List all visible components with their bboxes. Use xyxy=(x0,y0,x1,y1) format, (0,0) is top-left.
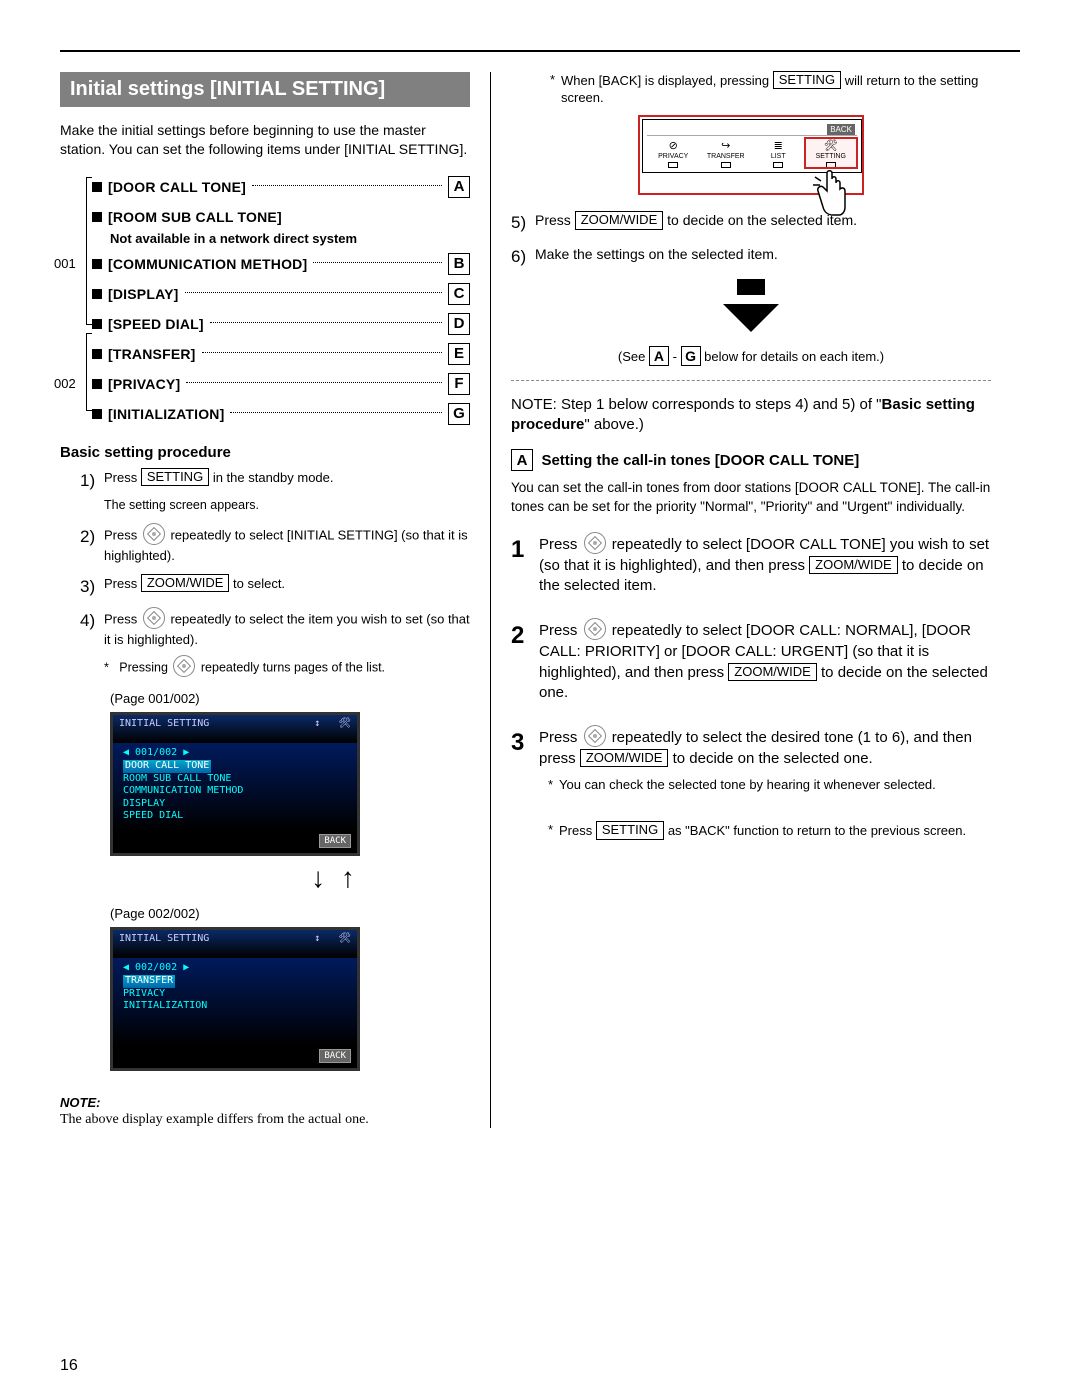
r1-a: Press xyxy=(539,536,582,553)
panel-back: BACK xyxy=(827,124,855,135)
see-a: (See xyxy=(618,349,649,364)
r3-star: You can check the selected tone by heari… xyxy=(559,777,936,792)
section-a-heading: Setting the call-in tones [DOOR CALL TON… xyxy=(541,452,859,469)
step-3-b: to select. xyxy=(233,576,285,591)
letter-b: B xyxy=(448,253,470,275)
section-a-letter: A xyxy=(511,449,533,471)
step-4-star-a: Pressing xyxy=(119,660,171,674)
step-2-num: 2) xyxy=(80,525,104,565)
setting-key: SETTING xyxy=(141,468,209,486)
asterisk: * xyxy=(541,72,555,105)
see-b: - xyxy=(673,349,681,364)
lcd-screen-2: INITIAL SETTING ↕ 🛠 ◀ 002/002 ▶ TRANSFER… xyxy=(110,927,360,1071)
setting-transfer: [TRANSFER] xyxy=(108,346,196,362)
list-icon: ≣ xyxy=(752,138,805,152)
zoomwide-key: ZOOM/WIDE xyxy=(809,556,898,574)
letter-e: E xyxy=(448,343,470,365)
step-3-num: 3) xyxy=(80,575,104,599)
setting-initialization: [INITIALIZATION] xyxy=(108,406,224,422)
transfer-icon: ↪ xyxy=(700,138,753,152)
see-letter-a: A xyxy=(649,346,669,366)
section-header: Initial settings [INITIAL SETTING] xyxy=(60,72,470,107)
button-panel: BACK ⊘ PRIVACY ↪ TRANSFER xyxy=(642,119,862,173)
setting-key: SETTING xyxy=(596,821,664,839)
r2-a: Press xyxy=(539,622,582,639)
arrows-updown: ↓ ↑ xyxy=(200,862,470,894)
setting-door-call-tone: [DOOR CALL TONE] xyxy=(108,179,246,195)
letter-f: F xyxy=(448,373,470,395)
letter-g: G xyxy=(448,403,470,425)
step-4-num: 4) xyxy=(80,609,104,679)
step-5-num: 5) xyxy=(511,211,535,235)
rstep-2-num: 2 xyxy=(511,620,539,703)
zoomwide-key: ZOOM/WIDE xyxy=(141,574,230,592)
navkey-icon xyxy=(584,725,606,747)
util-icon: ↕ 🛠 xyxy=(314,933,351,944)
setting-privacy: [PRIVACY] xyxy=(108,376,180,392)
zoomwide-key: ZOOM/WIDE xyxy=(728,663,817,681)
r-final-a: Press xyxy=(559,823,596,838)
r-final-b: as "BACK" function to return to the prev… xyxy=(668,823,966,838)
settings-list: [DOOR CALL TONE] A [ROOM SUB CALL TONE] … xyxy=(60,175,470,426)
privacy-icon: ⊘ xyxy=(647,138,700,152)
page-number: 16 xyxy=(60,1357,78,1375)
step-6-num: 6) xyxy=(511,245,535,269)
note-body: The above display example differs from t… xyxy=(60,1112,470,1128)
step-1-b: in the standby mode. xyxy=(213,470,334,485)
basic-heading: Basic setting procedure xyxy=(60,444,470,461)
rstep-1-num: 1 xyxy=(511,534,539,597)
util-icon: ↕ 🛠 xyxy=(314,718,351,729)
setting-speed-dial: [SPEED DIAL] xyxy=(108,316,204,332)
setting-room-sub-call-tone: [ROOM SUB CALL TONE] xyxy=(108,209,282,225)
page-002: 002 xyxy=(54,376,86,391)
setting-display: [DISPLAY] xyxy=(108,286,179,302)
setting-key: SETTING xyxy=(773,71,841,89)
step-6: Make the settings on the selected item. xyxy=(535,246,778,262)
step-5-a: Press xyxy=(535,212,575,228)
finger-press-icon xyxy=(808,169,850,219)
letter-c: C xyxy=(448,283,470,305)
step-4-star-b: repeatedly turns pages of the list. xyxy=(201,660,385,674)
lcd-screen-1: INITIAL SETTING ↕ 🛠 ◀ 001/002 ▶ DOOR CAL… xyxy=(110,712,360,856)
button-panel-wrap: BACK ⊘ PRIVACY ↪ TRANSFER xyxy=(638,115,864,195)
navkey-icon xyxy=(143,523,165,545)
navkey-icon xyxy=(173,655,195,677)
zoomwide-key: ZOOM/WIDE xyxy=(575,211,664,229)
asterisk: * xyxy=(539,777,553,792)
asterisk: * xyxy=(104,660,116,674)
zoomwide-key: ZOOM/WIDE xyxy=(580,749,669,767)
r3-c: to decide on the selected one. xyxy=(673,750,873,767)
step-2-a: Press xyxy=(104,527,141,542)
navkey-icon xyxy=(584,532,606,554)
screen1-caption: (Page 001/002) xyxy=(110,691,470,706)
step-1-sub: The setting screen appears. xyxy=(104,497,470,515)
note2-c: " above.) xyxy=(584,416,644,433)
step-1-a: Press xyxy=(104,470,141,485)
note2-a: NOTE: Step 1 below corresponds to steps … xyxy=(511,396,882,413)
room-sub-note: Not available in a network direct system xyxy=(110,231,470,246)
see-c: below for details on each item.) xyxy=(704,349,884,364)
asterisk: * xyxy=(539,822,553,840)
page-001: 001 xyxy=(54,256,86,271)
section-a-intro: You can set the call-in tones from door … xyxy=(511,479,991,515)
setting-communication-method: [COMMUNICATION METHOD] xyxy=(108,256,307,272)
note-heading: NOTE: xyxy=(60,1095,470,1110)
rstep-3-num: 3 xyxy=(511,727,539,769)
step-3-a: Press xyxy=(104,576,141,591)
step-1-num: 1) xyxy=(80,469,104,515)
letter-a: A xyxy=(448,176,470,198)
screen2-caption: (Page 002/002) xyxy=(110,906,470,921)
setting-icon: 🛠 xyxy=(805,138,858,152)
letter-d: D xyxy=(448,313,470,335)
navkey-icon xyxy=(143,607,165,629)
down-arrow xyxy=(721,279,781,332)
step-4-a: Press xyxy=(104,611,141,626)
back-note-a: When [BACK] is displayed, pressing xyxy=(561,73,773,88)
intro-text: Make the initial settings before beginni… xyxy=(60,121,470,159)
r3-a: Press xyxy=(539,729,582,746)
see-letter-g: G xyxy=(681,346,701,366)
navkey-icon xyxy=(584,618,606,640)
